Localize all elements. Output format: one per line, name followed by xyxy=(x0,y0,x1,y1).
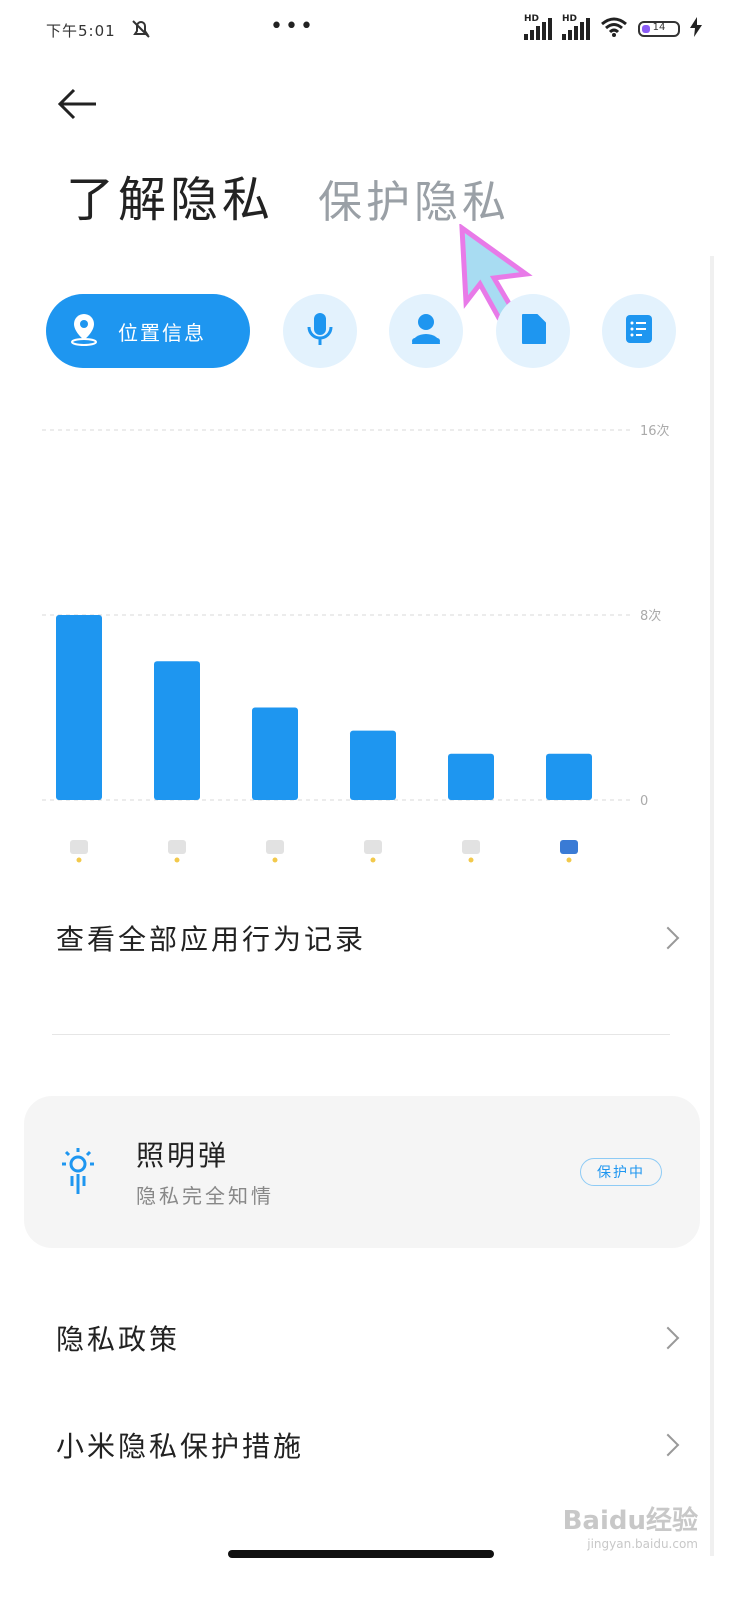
watermark: Baidu经验 jingyan.baidu.com xyxy=(562,1506,698,1551)
signal-icon-2: HD xyxy=(562,14,590,40)
back-button[interactable] xyxy=(57,88,98,124)
app-icon-5 xyxy=(462,840,480,863)
microphone-icon xyxy=(305,311,335,351)
home-indicator[interactable] xyxy=(228,1550,494,1558)
contacts-icon xyxy=(410,312,442,350)
location-access-chart: 16次 8次 0 xyxy=(42,423,670,863)
charging-icon xyxy=(690,17,702,41)
chevron-right-icon xyxy=(656,1326,680,1350)
chevron-right-icon xyxy=(656,926,680,950)
status-time: 下午5:01 xyxy=(46,22,116,40)
tab-understand-privacy[interactable]: 了解隐私 xyxy=(66,160,274,230)
category-storage[interactable] xyxy=(496,294,570,368)
app-icon-3 xyxy=(266,840,284,863)
chart-bar[interactable] xyxy=(448,753,494,800)
category-location[interactable]: 位置信息 xyxy=(46,294,250,368)
category-contacts[interactable] xyxy=(389,294,463,368)
xiaomi-measures-label: 小米隐私保护措施 xyxy=(56,1430,305,1463)
chart-bar[interactable] xyxy=(546,753,592,800)
chart-bar[interactable] xyxy=(154,661,200,800)
status-icons: HD HD 14 xyxy=(524,14,702,42)
app-icon-6 xyxy=(560,840,578,863)
y-tick-label: 0 xyxy=(640,794,648,809)
app-icon-1 xyxy=(70,840,88,863)
battery-icon: 14 xyxy=(638,21,680,37)
location-icon xyxy=(68,312,100,351)
chevron-right-icon xyxy=(656,1433,680,1457)
flare-icon xyxy=(58,1146,98,1202)
tab-protect-privacy[interactable]: 保护隐私 xyxy=(318,166,510,230)
storage-icon xyxy=(519,313,547,349)
y-tick-label: 16次 xyxy=(640,423,670,439)
status-badge: 保护中 xyxy=(580,1158,662,1186)
view-all-records-label: 查看全部应用行为记录 xyxy=(56,923,367,956)
chart-bar[interactable] xyxy=(252,707,298,801)
divider xyxy=(52,1034,670,1035)
category-document[interactable] xyxy=(602,294,676,368)
app-icon-2 xyxy=(168,840,186,863)
wifi-icon xyxy=(600,16,628,42)
scrollbar[interactable] xyxy=(710,256,714,1556)
xiaomi-measures-row[interactable]: 小米隐私保护措施 xyxy=(56,1425,682,1465)
privacy-policy-row[interactable]: 隐私政策 xyxy=(56,1318,682,1358)
view-all-records-row[interactable]: 查看全部应用行为记录 xyxy=(56,918,682,958)
chart-bar[interactable] xyxy=(56,615,102,800)
flare-card[interactable]: 照明弹 隐私完全知情 保护中 xyxy=(24,1096,700,1248)
flare-subtitle: 隐私完全知情 xyxy=(136,1184,274,1208)
y-tick-label: 8次 xyxy=(640,608,661,624)
chart-bar[interactable] xyxy=(350,730,396,800)
category-microphone[interactable] xyxy=(283,294,357,368)
mute-icon xyxy=(130,18,152,44)
flare-title: 照明弹 xyxy=(136,1139,230,1172)
privacy-policy-label: 隐私政策 xyxy=(56,1323,181,1356)
more-notifications-icon: ••• xyxy=(270,14,315,39)
category-location-label: 位置信息 xyxy=(118,320,206,345)
app-icon-4 xyxy=(364,840,382,863)
document-icon xyxy=(624,313,654,349)
signal-icon: HD xyxy=(524,14,552,40)
